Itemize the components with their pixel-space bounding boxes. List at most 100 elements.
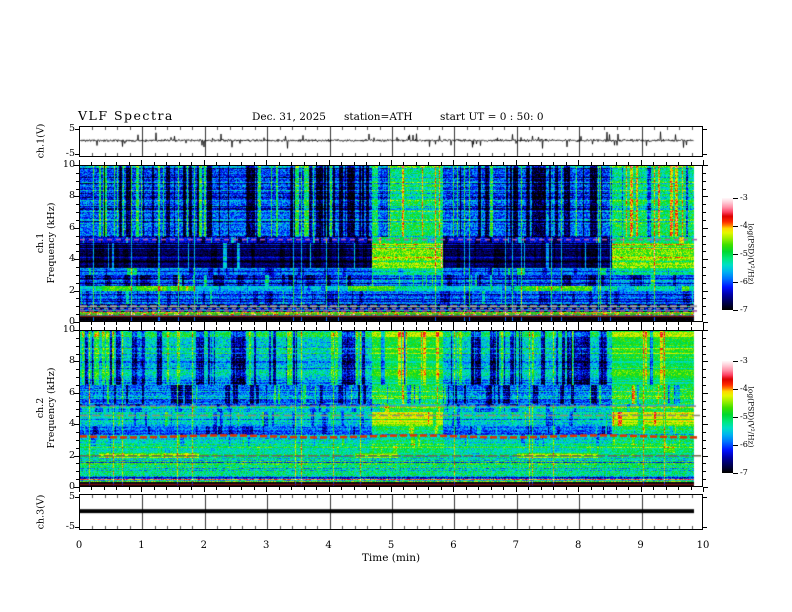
tick-mark bbox=[616, 327, 617, 330]
tick-mark bbox=[254, 327, 255, 330]
tick-mark bbox=[166, 322, 167, 325]
x-tick-label: 10 bbox=[696, 540, 710, 551]
x-tick-label: 3 bbox=[263, 540, 270, 551]
tick-mark bbox=[678, 327, 679, 330]
tick-mark bbox=[391, 325, 392, 330]
date-label: Dec. 31, 2025 bbox=[252, 111, 326, 123]
tick-mark bbox=[491, 322, 492, 325]
tick-mark bbox=[733, 226, 738, 227]
tick-mark bbox=[204, 160, 205, 165]
tick-mark bbox=[733, 254, 738, 255]
tick-mark bbox=[503, 487, 504, 490]
tick-mark bbox=[691, 327, 692, 330]
tick-mark bbox=[379, 162, 380, 165]
tick-mark bbox=[304, 487, 305, 490]
tick-mark bbox=[76, 338, 79, 339]
tick-mark bbox=[154, 322, 155, 325]
time-axis-label: Time (min) bbox=[361, 552, 421, 564]
tick-mark bbox=[503, 162, 504, 165]
tick-mark bbox=[75, 527, 79, 528]
tick-mark bbox=[703, 463, 706, 464]
tick-mark bbox=[76, 401, 79, 402]
tick-mark bbox=[428, 327, 429, 330]
tick-mark bbox=[129, 162, 130, 165]
tick-mark bbox=[666, 487, 667, 490]
tick-mark bbox=[541, 322, 542, 325]
tick-mark bbox=[453, 325, 454, 330]
tick-mark bbox=[703, 212, 706, 213]
tick-mark bbox=[428, 162, 429, 165]
y-tick-label: -5 bbox=[65, 521, 75, 532]
tick-mark bbox=[703, 432, 706, 433]
tick-mark bbox=[466, 162, 467, 165]
tick-mark bbox=[603, 162, 604, 165]
tick-mark bbox=[291, 162, 292, 165]
tick-mark bbox=[366, 327, 367, 330]
tick-mark bbox=[703, 354, 706, 355]
tick-mark bbox=[229, 487, 230, 490]
ch1-frequency-axis-label-line1: ch.1 bbox=[35, 232, 46, 254]
y-tick-label: 8 bbox=[68, 190, 75, 202]
tick-mark bbox=[703, 424, 708, 425]
y-tick-label: 6 bbox=[68, 386, 75, 398]
tick-mark bbox=[703, 189, 706, 190]
tick-mark bbox=[591, 162, 592, 165]
tick-mark bbox=[641, 487, 642, 492]
tick-mark bbox=[304, 322, 305, 325]
ch1-voltage-axis-label: ch.1(V) bbox=[35, 123, 47, 159]
tick-mark bbox=[703, 228, 708, 229]
tick-mark bbox=[75, 129, 79, 130]
tick-mark bbox=[79, 487, 80, 492]
tick-mark bbox=[591, 322, 592, 325]
ch1-frequency-axis-label-line2: Frequency (kHz) bbox=[46, 202, 57, 284]
tick-mark bbox=[553, 322, 554, 325]
tick-mark bbox=[141, 487, 142, 492]
tick-mark bbox=[76, 298, 79, 299]
ch1-waveform-panel bbox=[79, 126, 703, 157]
tick-mark bbox=[179, 322, 180, 325]
tick-mark bbox=[703, 456, 708, 457]
tick-mark bbox=[733, 389, 738, 390]
tick-mark bbox=[116, 322, 117, 325]
tick-mark bbox=[691, 487, 692, 490]
colorbar-tick-label: -4 bbox=[740, 384, 748, 393]
y-tick-label: 10 bbox=[62, 159, 75, 170]
tick-mark bbox=[703, 251, 706, 252]
tick-mark bbox=[216, 327, 217, 330]
tick-mark bbox=[478, 487, 479, 490]
tick-mark bbox=[341, 162, 342, 165]
tick-mark bbox=[204, 487, 205, 492]
tick-mark bbox=[341, 322, 342, 325]
tick-mark bbox=[428, 322, 429, 325]
tick-mark bbox=[591, 327, 592, 330]
ch3-waveform-panel bbox=[79, 494, 703, 530]
tick-mark bbox=[141, 325, 142, 330]
tick-mark bbox=[291, 327, 292, 330]
tick-mark bbox=[304, 327, 305, 330]
tick-mark bbox=[441, 487, 442, 490]
colorbar-2-canvas bbox=[722, 361, 733, 473]
tick-mark bbox=[291, 322, 292, 325]
tick-mark bbox=[229, 327, 230, 330]
tick-mark bbox=[703, 267, 706, 268]
ch1-spectrogram-canvas bbox=[80, 166, 702, 321]
tick-mark bbox=[116, 162, 117, 165]
tick-mark bbox=[179, 162, 180, 165]
tick-mark bbox=[703, 409, 706, 410]
tick-mark bbox=[528, 487, 529, 490]
tick-mark bbox=[553, 327, 554, 330]
tick-mark bbox=[76, 409, 79, 410]
tick-mark bbox=[703, 393, 708, 394]
tick-mark bbox=[703, 236, 706, 237]
tick-mark bbox=[666, 162, 667, 165]
tick-mark bbox=[703, 448, 706, 449]
tick-mark bbox=[116, 487, 117, 490]
tick-mark bbox=[703, 298, 706, 299]
tick-mark bbox=[703, 497, 707, 498]
tick-mark bbox=[578, 160, 579, 165]
ch1-waveform-canvas bbox=[80, 127, 702, 156]
tick-mark bbox=[528, 327, 529, 330]
tick-mark bbox=[566, 327, 567, 330]
tick-mark bbox=[733, 417, 738, 418]
tick-mark bbox=[104, 487, 105, 490]
